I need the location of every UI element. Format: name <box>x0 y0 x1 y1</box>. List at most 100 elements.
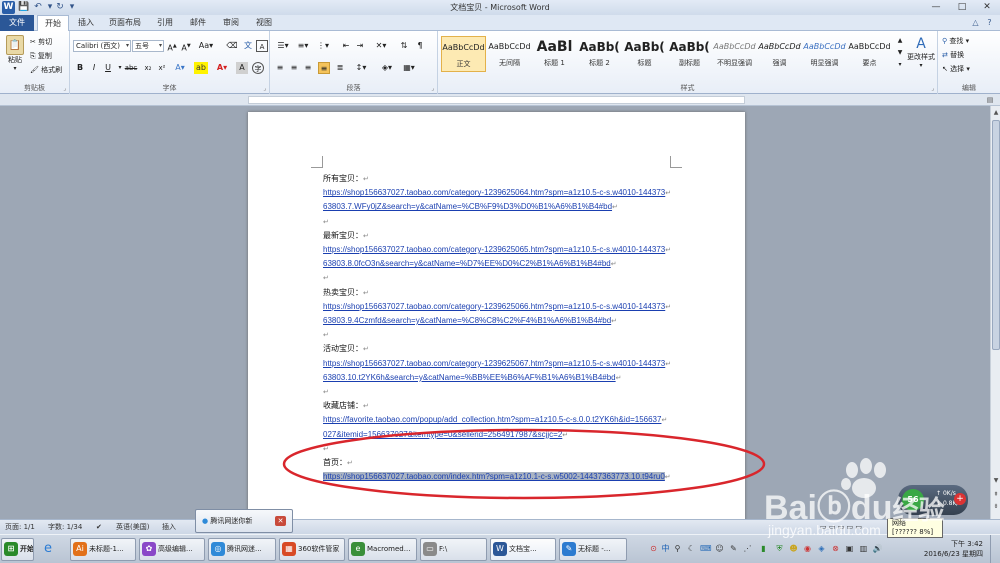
change-styles-button[interactable]: A 更改样式 ▾ <box>904 36 938 69</box>
tray-icon[interactable]: ◉ <box>802 543 813 554</box>
subscript-button[interactable]: x₂ <box>142 62 154 74</box>
bold-button[interactable]: B <box>74 62 86 74</box>
borders-button[interactable]: ▦▾ <box>400 62 418 74</box>
show-formatting-marks-icon[interactable]: ¶ <box>414 40 426 52</box>
decrease-indent-icon[interactable]: ⇤ <box>340 40 352 52</box>
network-speed-widget[interactable]: 56 ↑ 0K/s ↓ 0.8K/s + <box>898 485 968 515</box>
proofing-icon[interactable]: ✔ <box>96 520 102 535</box>
text-effects-icon[interactable]: A▾ <box>174 62 186 74</box>
font-size-combo[interactable]: 五号 ▾ <box>132 40 164 52</box>
style-no-spacing[interactable]: AaBbCcDd 无间隔 <box>487 36 532 72</box>
tray-icon[interactable]: ⋰ <box>742 543 753 554</box>
help-icon[interactable]: ? <box>984 17 995 28</box>
copy-button[interactable]: ⎘ 复制 <box>30 51 52 61</box>
start-button[interactable]: ⊞ 开始 <box>1 538 34 561</box>
style-subtitle[interactable]: AaBb(副标题 <box>667 36 712 72</box>
italic-button[interactable]: I <box>88 62 100 74</box>
scroll-up-icon[interactable]: ▲ <box>991 108 1000 118</box>
style-strong[interactable]: AaBbCcDd 要点 <box>847 36 892 72</box>
strikethrough-button[interactable]: abc <box>124 62 138 74</box>
numbering-button[interactable]: ≡▾ <box>294 40 312 52</box>
insert-mode-indicator[interactable]: 插入 <box>162 520 176 535</box>
highlight-icon[interactable]: ab <box>194 62 208 74</box>
plus-icon[interactable]: + <box>954 493 966 505</box>
font-color-icon[interactable]: A▾ <box>216 62 228 74</box>
clear-formatting-icon[interactable]: ⌫ <box>226 40 238 52</box>
word-count[interactable]: 字数: 1/34 <box>48 520 82 535</box>
system-clock[interactable]: 下午 3:42 2016/6/23 星期四 <box>915 539 983 559</box>
tab-references[interactable]: 引用 <box>150 15 180 31</box>
tab-view[interactable]: 视图 <box>249 15 279 31</box>
paste-button[interactable]: 📋 粘贴 ▾ <box>4 35 26 72</box>
align-right-icon[interactable]: ≡ <box>302 62 314 74</box>
font-name-combo[interactable]: Calibri (西文) ▾ <box>73 40 131 52</box>
view-buttons[interactable]: ▭ ▭ ▭ ▭ ▭ <box>820 520 862 535</box>
taskbar-item[interactable]: ▦ 360软件管家 <box>279 538 345 561</box>
multilevel-list-button[interactable]: ⋮▾ <box>314 40 332 52</box>
style-title[interactable]: AaBb(标题 <box>622 36 667 72</box>
phonetic-guide-icon[interactable]: 文 <box>242 40 254 52</box>
customize-quick-access-icon[interactable]: ▾ <box>66 2 78 13</box>
character-border-icon[interactable]: A <box>256 40 268 52</box>
next-page-icon[interactable]: ⇟ <box>991 502 1000 512</box>
taskbar-item[interactable]: ◎ 腾讯网迷... <box>208 538 276 561</box>
tray-icon[interactable]: ⊙ <box>648 543 659 554</box>
tray-icon[interactable]: ▣ <box>844 543 855 554</box>
tray-icon[interactable]: ⌨ <box>700 543 712 554</box>
enclose-characters-icon[interactable]: 字 <box>252 62 264 74</box>
tray-icon[interactable]: ▮ <box>758 543 769 554</box>
tab-insert[interactable]: 插入 <box>71 15 101 31</box>
volume-icon[interactable]: 🔊 <box>872 543 883 554</box>
tray-icon[interactable]: ☻ <box>788 543 799 554</box>
tray-icon[interactable]: ◈ <box>816 543 827 554</box>
character-shading-icon[interactable]: A <box>236 62 248 74</box>
tray-icon[interactable]: ☺ <box>714 543 725 554</box>
close-button[interactable]: ✕ <box>974 0 1000 15</box>
format-painter-button[interactable]: 🖌 格式刷 <box>30 65 62 75</box>
style-heading-2[interactable]: AaBb(标题 2 <box>577 36 622 72</box>
justify-icon[interactable]: ≡ <box>318 62 330 74</box>
change-case-button[interactable]: Aa▾ <box>198 40 214 52</box>
shading-button[interactable]: ◈▾ <box>378 62 396 74</box>
align-left-icon[interactable]: ≡ <box>274 62 286 74</box>
sort-icon[interactable]: ⇅ <box>398 40 410 52</box>
tab-home[interactable]: 开始 <box>37 15 69 32</box>
style-heading-1[interactable]: AaBl 标题 1 <box>532 36 577 72</box>
taskbar-item[interactable]: ✿ 高级编辑... <box>139 538 205 561</box>
maximize-button[interactable]: □ <box>949 0 975 15</box>
tray-icon[interactable]: ⊗ <box>830 543 841 554</box>
clipboard-launcher-icon[interactable]: ⌟ <box>63 85 66 92</box>
page-count[interactable]: 页面: 1/1 <box>5 520 35 535</box>
cut-button[interactable]: ✂ 剪切 <box>30 37 52 47</box>
vertical-scrollbar[interactable]: ▲ ▼ ⇞ ⇟ <box>990 106 1000 519</box>
ruler-toggle-icon[interactable]: ▤ <box>985 95 995 105</box>
tab-file[interactable]: 文件 <box>0 15 34 31</box>
grow-font-button[interactable]: A▲ <box>166 40 178 53</box>
font-launcher-icon[interactable]: ⌟ <box>263 85 266 92</box>
select-button[interactable]: ↖ 选择 ▾ <box>942 64 970 74</box>
previous-page-icon[interactable]: ⇞ <box>991 490 1000 500</box>
taskbar-item[interactable]: W 文档宝... <box>490 538 556 561</box>
tab-page-layout[interactable]: 页面布局 <box>104 15 146 31</box>
scroll-down-icon[interactable]: ▼ <box>991 476 1000 486</box>
taskbar-item[interactable]: e Macromed... <box>348 538 417 561</box>
ie-icon[interactable]: e <box>40 541 56 557</box>
language-indicator[interactable]: 英语(美国) <box>116 520 149 535</box>
minimize-button[interactable]: — <box>923 0 949 15</box>
show-desktop-button[interactable] <box>990 535 1000 563</box>
undo-icon[interactable]: ↶ <box>32 2 44 13</box>
popup-close-icon[interactable]: ✕ <box>275 516 286 526</box>
superscript-button[interactable]: x² <box>156 62 168 74</box>
tray-icon[interactable]: ⚲ <box>672 543 683 554</box>
qq-news-popup[interactable]: ● 腾讯网迷你新 ✕ <box>195 509 293 533</box>
tab-mailings[interactable]: 邮件 <box>183 15 213 31</box>
paragraph-launcher-icon[interactable]: ⌟ <box>431 85 434 92</box>
taskbar-item[interactable]: ▭ F:\ <box>420 538 487 561</box>
minimize-ribbon-icon[interactable]: △ <box>970 17 981 28</box>
align-center-icon[interactable]: ≡ <box>288 62 300 74</box>
tray-icon[interactable]: ✎ <box>728 543 739 554</box>
increase-indent-icon[interactable]: ⇥ <box>354 40 366 52</box>
line-spacing-button[interactable]: ↕▾ <box>352 62 370 74</box>
underline-button[interactable]: U <box>102 62 114 74</box>
tab-review[interactable]: 审阅 <box>216 15 246 31</box>
